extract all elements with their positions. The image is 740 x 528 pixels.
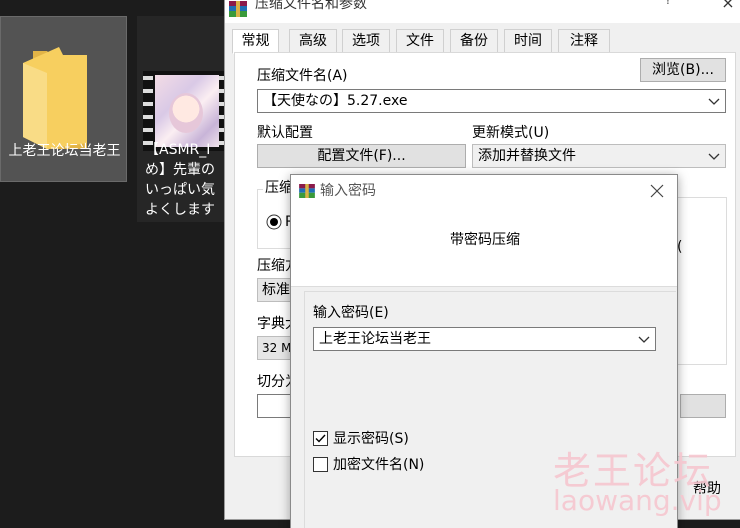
show-password-label: 显示密码(S) bbox=[333, 431, 409, 447]
parameters-button[interactable] bbox=[680, 394, 726, 418]
password-dialog-title: 输入密码 bbox=[320, 183, 376, 199]
archive-name-value: 【天使なの】5.27.exe bbox=[263, 93, 408, 109]
encrypt-filenames-checkbox[interactable] bbox=[313, 457, 328, 472]
show-password-checkbox[interactable] bbox=[313, 431, 328, 446]
watermark-url: laowang.vip bbox=[553, 484, 722, 517]
chevron-down-icon bbox=[708, 98, 720, 105]
folder-label: 上老王论坛当老王 bbox=[8, 143, 121, 159]
password-label: 输入密码(E) bbox=[313, 305, 389, 321]
password-header-text: 带密码压缩 bbox=[450, 232, 520, 248]
winrar-icon bbox=[229, 1, 247, 17]
password-titlebar: 输入密码 bbox=[291, 175, 677, 207]
tab-backup[interactable]: 备份 bbox=[450, 29, 498, 53]
folder-item[interactable]: 上老王论坛当老王 bbox=[0, 16, 127, 182]
close-icon[interactable] bbox=[647, 181, 667, 201]
archive-name-label: 压缩文件名(A) bbox=[257, 68, 348, 84]
archive-name-combo[interactable]: 【天使なの】5.27.exe bbox=[257, 89, 726, 113]
archive-titlebar: 压缩文件名和参数 ? × bbox=[225, 0, 740, 23]
update-mode-label: 更新模式(U) bbox=[472, 125, 550, 141]
password-input[interactable]: 上老王论坛当老王 bbox=[313, 327, 656, 351]
profiles-button[interactable]: 配置文件(F)... bbox=[257, 144, 466, 168]
browse-button[interactable]: 浏览(B)... bbox=[640, 58, 726, 82]
tab-files[interactable]: 文件 bbox=[396, 29, 444, 53]
winrar-icon bbox=[299, 184, 315, 198]
password-value: 上老王论坛当老王 bbox=[319, 331, 431, 347]
help-icon[interactable]: ? bbox=[665, 0, 671, 7]
checkmark-icon bbox=[315, 434, 326, 443]
thumbnail-image bbox=[155, 75, 219, 147]
video-file-item[interactable]: 【ASMR_I め】先輩の いっぱい気 よくします bbox=[137, 16, 229, 222]
tab-options[interactable]: 选项 bbox=[342, 29, 390, 53]
tab-general[interactable]: 常规 bbox=[232, 29, 279, 54]
password-header-panel: 带密码压缩 bbox=[291, 207, 677, 287]
chevron-down-icon bbox=[708, 153, 720, 160]
tab-advanced[interactable]: 高级 bbox=[289, 29, 337, 53]
video-thumbnail bbox=[143, 71, 229, 151]
update-mode-select[interactable]: 添加并替换文件 bbox=[472, 144, 726, 168]
profiles-label: 默认配置 bbox=[257, 125, 313, 141]
tab-time[interactable]: 时间 bbox=[504, 29, 552, 53]
archive-options-group bbox=[673, 197, 727, 365]
update-mode-value: 添加并替换文件 bbox=[478, 148, 576, 164]
tab-comment[interactable]: 注释 bbox=[558, 29, 610, 53]
chevron-down-icon bbox=[638, 336, 650, 343]
close-icon[interactable]: × bbox=[713, 0, 740, 15]
folder-icon bbox=[23, 47, 87, 149]
encrypt-filenames-label: 加密文件名(N) bbox=[333, 457, 425, 473]
film-strip-left bbox=[143, 71, 153, 151]
archive-dialog-title: 压缩文件名和参数 bbox=[255, 0, 367, 12]
radio-selected-icon[interactable] bbox=[266, 214, 282, 230]
